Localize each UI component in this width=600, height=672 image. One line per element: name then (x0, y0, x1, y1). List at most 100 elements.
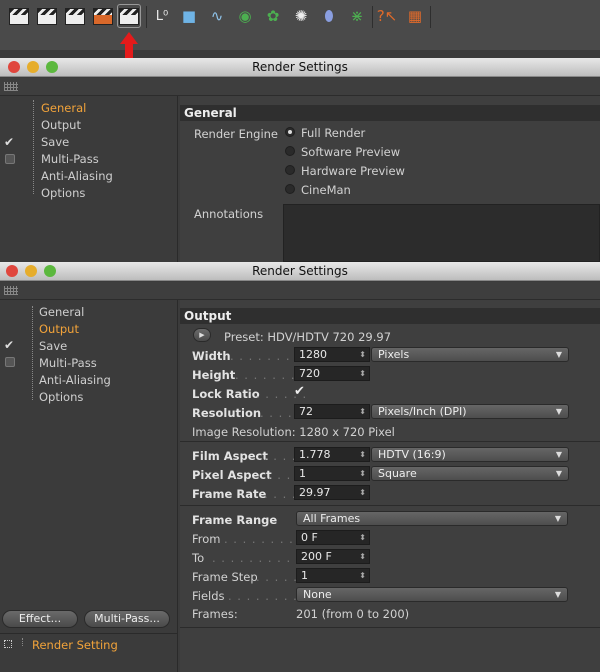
frames-value: 201 (from 0 to 200) (296, 607, 410, 621)
height-field[interactable]: 720 ⬍ (294, 366, 370, 381)
render-picture-viewer-icon[interactable] (63, 4, 87, 28)
save-checkbox[interactable]: ✔ (4, 338, 14, 352)
to-label: To (192, 551, 205, 565)
film-aspect-field[interactable]: 1.778 ⬍ (294, 447, 370, 462)
tree-item-multipass[interactable]: Multi-Pass (39, 356, 97, 370)
engine-hardware-preview[interactable]: Hardware Preview (301, 164, 405, 178)
window1-settings-tree: General Output ✔ Save Multi-Pass Anti-Al… (0, 96, 178, 262)
pixel-aspect-dropdown[interactable]: Square ▼ (371, 466, 569, 481)
render-view-icon[interactable] (7, 4, 31, 28)
tree-item-general[interactable]: General (41, 101, 86, 115)
null-object-icon[interactable]: L⁰ (150, 4, 174, 28)
render-setting-icon (4, 640, 12, 648)
window-title: Render Settings (252, 264, 348, 278)
multipass-checkbox[interactable] (5, 154, 15, 164)
engine-cineman[interactable]: CineMan (301, 183, 351, 197)
spline-icon[interactable]: ∿ (205, 4, 229, 28)
tree-item-antialiasing[interactable]: Anti-Aliasing (41, 169, 113, 183)
array-icon[interactable]: ✿ (261, 4, 285, 28)
close-button[interactable] (8, 61, 20, 73)
width-unit-dropdown[interactable]: Pixels ▼ (371, 347, 569, 362)
radio-software-preview[interactable] (285, 146, 295, 156)
from-label: From (192, 532, 221, 546)
window2-gripbar (0, 282, 600, 300)
minimize-button[interactable] (25, 265, 37, 277)
pixel-aspect-field[interactable]: 1 ⬍ (294, 466, 370, 481)
annotations-textarea[interactable] (283, 204, 600, 262)
tree-item-output[interactable]: Output (41, 118, 81, 132)
save-checkbox[interactable]: ✔ (4, 135, 14, 149)
tree-item-output[interactable]: Output (39, 322, 79, 336)
tree-item-save[interactable]: Save (41, 135, 69, 149)
section-header: General (180, 105, 600, 121)
main-toolbar: L⁰ ■ ∿ ◉ ✿ ✺ ⬮ ⋇ ?↖ ▦ (0, 0, 600, 50)
radio-full-render[interactable] (285, 127, 295, 137)
nurbs-icon[interactable]: ◉ (233, 4, 257, 28)
window-title: Render Settings (252, 60, 348, 74)
red-arrow-icon (120, 32, 138, 60)
width-field[interactable]: 1280 ⬍ (294, 347, 370, 362)
frame-range-label: Frame Range (192, 513, 278, 527)
window1-settings-panel: General Render Engine Full Render Softwa… (180, 96, 600, 262)
frame-range-dropdown[interactable]: All Frames ▼ (296, 511, 568, 526)
deformer-icon[interactable]: ⬮ (317, 4, 341, 28)
window2-settings-panel: Output ▶ Preset: HDV/HDTV 720 29.97 Widt… (180, 300, 600, 672)
render-engine-label: Render Engine (194, 127, 279, 141)
multipass-button[interactable]: Multi-Pass... (84, 610, 170, 628)
tree-item-options[interactable]: Options (41, 186, 85, 200)
preset-button[interactable]: ▶ (193, 328, 211, 342)
close-button[interactable] (6, 265, 18, 277)
tree-item-general[interactable]: General (39, 305, 84, 319)
section-header: Output (180, 308, 600, 324)
help-icon[interactable]: ?↖ (375, 4, 399, 28)
pixel-aspect-label: Pixel Aspect (192, 468, 272, 482)
window2-settings-tree: General Output ✔ Save Multi-Pass Anti-Al… (0, 300, 178, 672)
annotations-label: Annotations (194, 207, 264, 221)
window2-titlebar: Render Settings (0, 262, 600, 281)
fields-dropdown[interactable]: None ▼ (296, 587, 568, 602)
film-aspect-label: Film Aspect (192, 449, 268, 463)
frame-rate-field[interactable]: 29.97 ⬍ (294, 485, 370, 500)
width-label: Width (192, 349, 231, 363)
frames-label: Frames: (192, 607, 238, 621)
tree-item-multipass[interactable]: Multi-Pass (41, 152, 99, 166)
multipass-checkbox[interactable] (5, 357, 15, 367)
height-label: Height (192, 368, 236, 382)
film-aspect-dropdown[interactable]: HDTV (16:9) ▼ (371, 447, 569, 462)
render-active-picture-icon[interactable] (91, 4, 115, 28)
frame-step-label: Frame Step (192, 570, 258, 584)
fields-label: Fields (192, 589, 225, 603)
frame-rate-label: Frame Rate (192, 487, 267, 501)
render-setting-item[interactable]: Render Setting (32, 638, 118, 652)
radio-hardware-preview[interactable] (285, 165, 295, 175)
frame-step-field[interactable]: 1 ⬍ (296, 568, 370, 583)
zoom-button[interactable] (44, 265, 56, 277)
to-field[interactable]: 200 F ⬍ (296, 549, 370, 564)
minimize-button[interactable] (27, 61, 39, 73)
image-resolution-text: Image Resolution: 1280 x 720 Pixel (192, 425, 395, 439)
grip-icon[interactable] (4, 286, 18, 295)
layout-icon[interactable]: ▦ (403, 4, 427, 28)
cube-icon[interactable]: ■ (177, 4, 201, 28)
radio-cineman[interactable] (285, 184, 295, 194)
scene-icon[interactable]: ⋇ (345, 4, 369, 28)
tree-item-options[interactable]: Options (39, 390, 83, 404)
effect-button[interactable]: Effect... (2, 610, 78, 628)
lock-ratio-checkbox[interactable]: ✔ (294, 384, 305, 399)
resolution-label: Resolution (192, 406, 262, 420)
lock-ratio-label: Lock Ratio (192, 387, 260, 401)
resolution-unit-dropdown[interactable]: Pixels/Inch (DPI) ▼ (371, 404, 569, 419)
engine-full-render[interactable]: Full Render (301, 126, 365, 140)
window1-gripbar (0, 78, 600, 96)
render-settings-icon[interactable] (117, 4, 141, 28)
window1-titlebar: Render Settings (0, 58, 600, 77)
tree-item-antialiasing[interactable]: Anti-Aliasing (39, 373, 111, 387)
particle-icon[interactable]: ✺ (289, 4, 313, 28)
resolution-field[interactable]: 72 ⬍ (294, 404, 370, 419)
tree-item-save[interactable]: Save (39, 339, 67, 353)
engine-software-preview[interactable]: Software Preview (301, 145, 400, 159)
grip-icon[interactable] (4, 82, 18, 91)
zoom-button[interactable] (46, 61, 58, 73)
render-region-icon[interactable] (35, 4, 59, 28)
from-field[interactable]: 0 F ⬍ (296, 530, 370, 545)
